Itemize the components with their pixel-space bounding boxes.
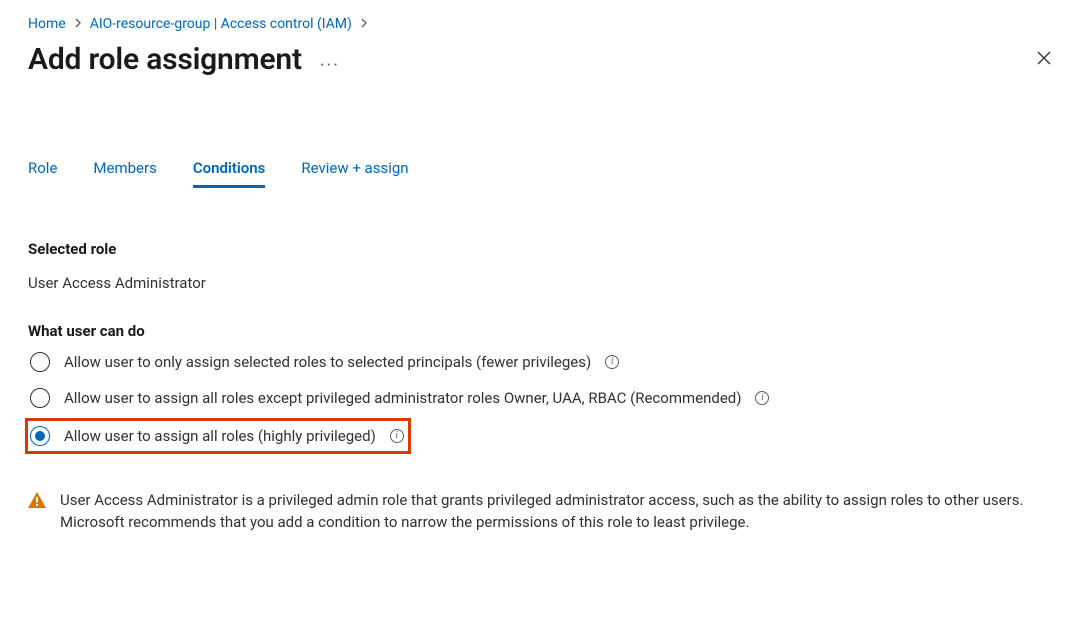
- warning-icon: [28, 492, 46, 512]
- radio-button-selected[interactable]: [30, 426, 50, 446]
- permissions-label: What user can do: [28, 322, 1056, 340]
- permission-option-highlighted[interactable]: Allow user to assign all roles (highly p…: [25, 418, 411, 454]
- breadcrumb-home[interactable]: Home: [28, 16, 66, 32]
- page-title: Add role assignment: [28, 42, 302, 77]
- selected-role-value: User Access Administrator: [28, 274, 1056, 292]
- permission-option-label: Allow user to assign all roles (highly p…: [64, 427, 376, 445]
- radio-button[interactable]: [30, 388, 50, 408]
- permission-option-label: Allow user to assign all roles except pr…: [64, 389, 741, 407]
- breadcrumb: Home AIO-resource-group | Access control…: [28, 16, 1056, 32]
- warning-text: User Access Administrator is a privilege…: [60, 490, 1056, 534]
- warning-message: User Access Administrator is a privilege…: [28, 490, 1056, 534]
- chevron-right-icon: [74, 16, 82, 32]
- close-icon: [1036, 50, 1052, 66]
- tab-review-assign[interactable]: Review + assign: [301, 159, 408, 188]
- radio-button[interactable]: [30, 352, 50, 372]
- tab-conditions[interactable]: Conditions: [193, 159, 266, 188]
- tab-role[interactable]: Role: [28, 159, 57, 188]
- info-icon[interactable]: i: [390, 429, 404, 443]
- chevron-right-icon: [360, 16, 368, 32]
- info-icon[interactable]: i: [755, 391, 769, 405]
- more-actions-icon[interactable]: ···: [320, 55, 340, 76]
- tab-members[interactable]: Members: [93, 159, 156, 188]
- permission-option-label: Allow user to only assign selected roles…: [64, 353, 591, 371]
- page-header: Add role assignment ···: [28, 42, 1056, 77]
- info-icon[interactable]: i: [605, 355, 619, 369]
- selected-role-label: Selected role: [28, 240, 1056, 258]
- permission-option[interactable]: Allow user to only assign selected roles…: [28, 348, 1056, 376]
- permission-option[interactable]: Allow user to assign all roles except pr…: [28, 384, 1056, 412]
- tab-bar: Role Members Conditions Review + assign: [28, 159, 1056, 188]
- breadcrumb-resource-group[interactable]: AIO-resource-group | Access control (IAM…: [90, 16, 352, 32]
- close-button[interactable]: [1032, 46, 1056, 74]
